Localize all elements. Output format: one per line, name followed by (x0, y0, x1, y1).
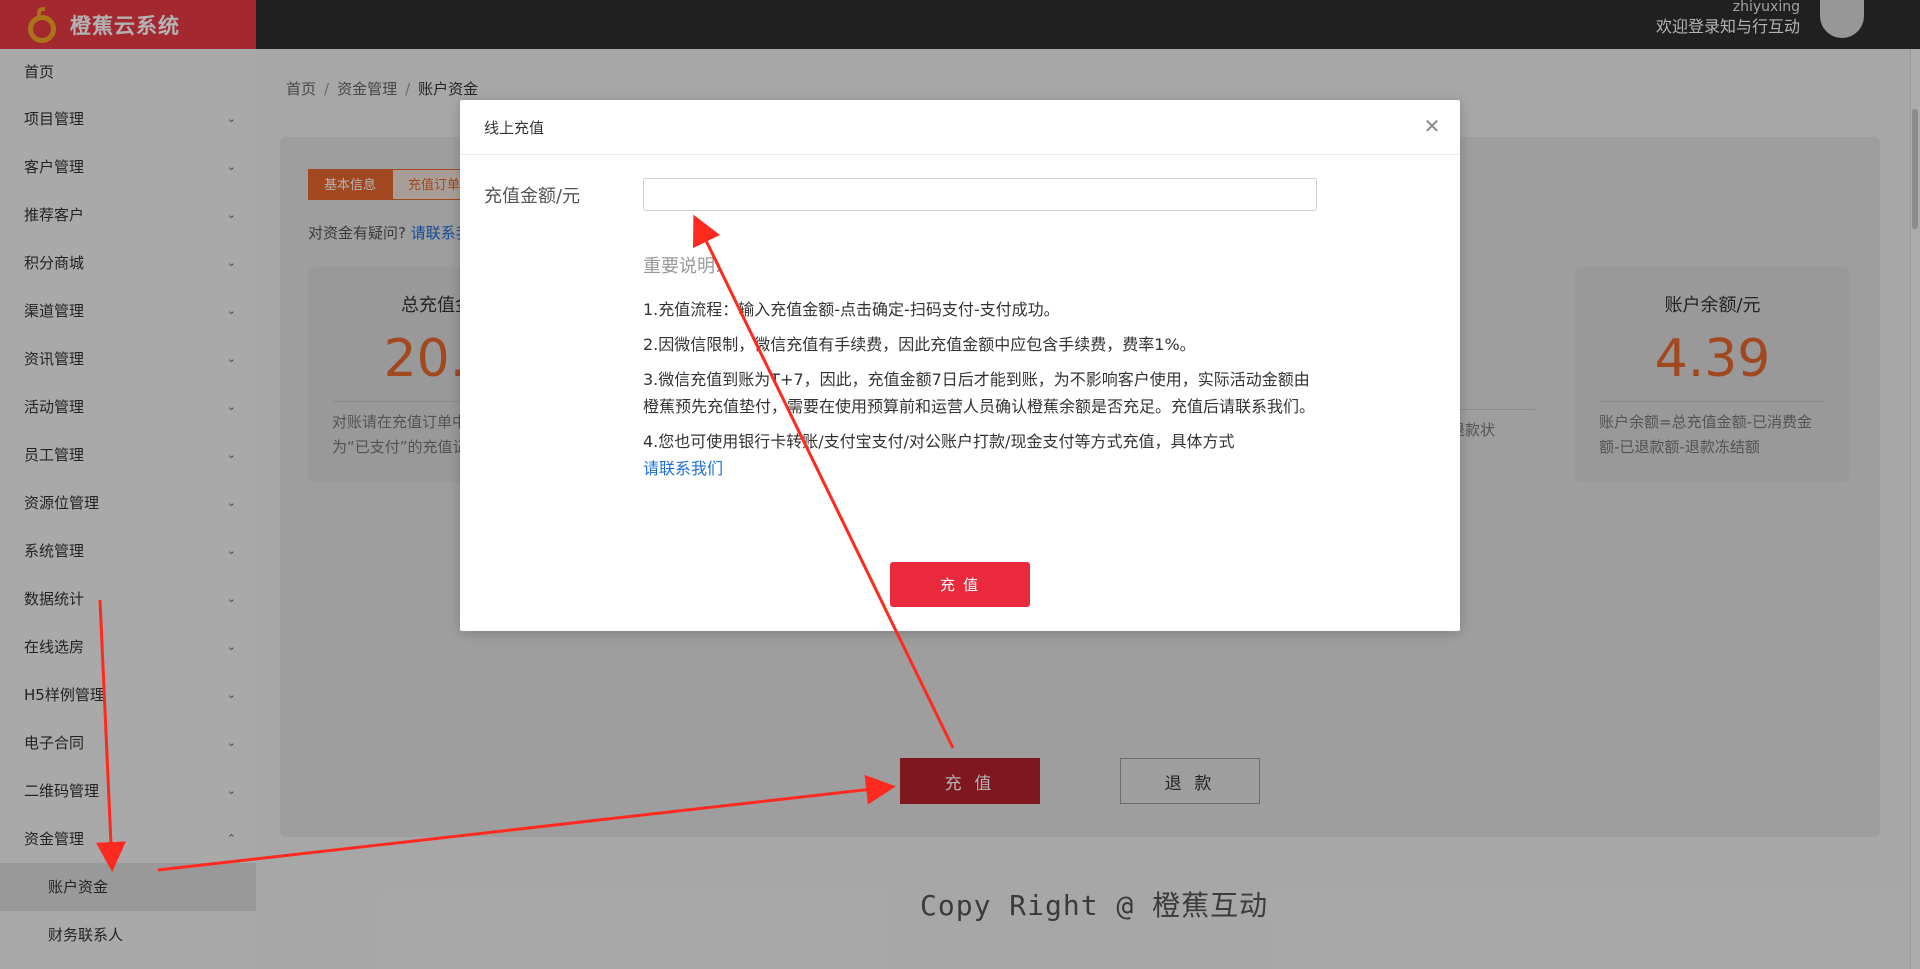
important-notes: 重要说明: 1.充值流程：输入充值金额-点击确定-扫码支付-支付成功。 2.因微… (643, 252, 1323, 490)
contact-link[interactable]: 请联系我们 (643, 459, 723, 478)
submit-recharge-button[interactable]: 充 值 (890, 562, 1030, 607)
note-item: 1.充值流程：输入充值金额-点击确定-扫码支付-支付成功。 (643, 300, 1060, 319)
note-text: 4.您也可使用银行卡转账/支付宝支付/对公账户打款/现金支付等方式充值，具体方式 (643, 432, 1235, 451)
dialog-header: 线上充值 ✕ (460, 100, 1460, 155)
close-icon[interactable]: ✕ (1420, 114, 1444, 138)
note-item: 3.微信充值到账为T+7，因此，充值金额7日后才能到账，为不影响客户使用，实际活… (643, 370, 1316, 416)
amount-label: 充值金额/元 (484, 186, 581, 207)
online-recharge-dialog: 线上充值 ✕ 充值金额/元 重要说明: 1.充值流程：输入充值金额-点击确定-扫… (460, 100, 1460, 631)
note-item: 2.因微信限制，微信充值有手续费，因此充值金额中应包含手续费，费率1%。 (643, 335, 1196, 354)
notes-title: 重要说明: (643, 256, 722, 277)
note-item: 4.您也可使用银行卡转账/支付宝支付/对公账户打款/现金支付等方式充值，具体方式… (643, 428, 1323, 482)
dialog-title: 线上充值 (484, 119, 545, 137)
amount-input[interactable] (643, 178, 1317, 211)
